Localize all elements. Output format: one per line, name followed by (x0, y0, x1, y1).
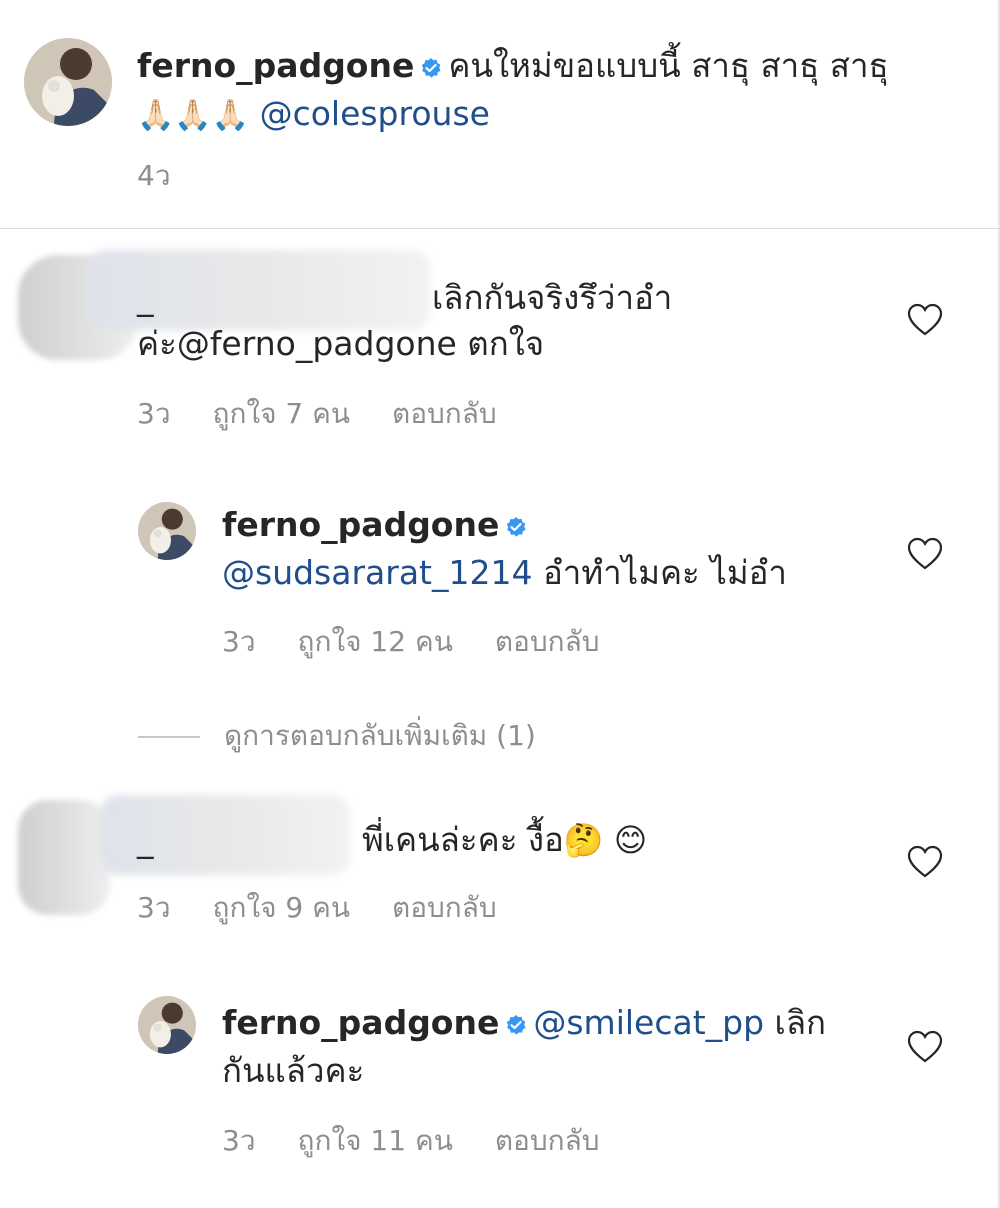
reply-2-meta: 3ว ถูกใจ 11 คน ตอบกลับ (222, 1119, 642, 1163)
comment-1-prefix: ค่ะ (137, 324, 177, 363)
caption-text: ferno_padgone คนใหม่ขอแบบนี้ สาธุ สาธุ สา… (137, 43, 977, 139)
profile-photo-icon (138, 996, 196, 1054)
reply-1-message: อำทำไมคะ ไม่อำ (532, 552, 787, 592)
caption-username[interactable]: ferno_padgone (137, 46, 414, 85)
verified-badge-icon (420, 45, 442, 91)
profile-photo-icon (138, 502, 196, 560)
reply-2-likes[interactable]: ถูกใจ 11 คน (298, 1124, 453, 1157)
reply-2-line1: เลิก (764, 1003, 827, 1042)
reply-1-text: ferno_padgone @sudsararat_1214 อำทำไมคะ … (222, 502, 902, 596)
comment-1-line1: เลิกกันจริงรึว่าอำ (432, 278, 673, 317)
caption-timestamp: 4ว (137, 159, 171, 192)
comment-1-likes[interactable]: ถูกใจ 7 คน (213, 397, 350, 430)
reply-1-meta: 3ว ถูกใจ 12 คน ตอบกลับ (222, 620, 642, 664)
reply-2-reply-button[interactable]: ตอบกลับ (495, 1124, 600, 1157)
comment-2-text: _ พี่เคนล่ะคะ งื้อ🤔 😊 (137, 817, 897, 863)
comment-2-meta: 3ว ถูกใจ 9 คน ตอบกลับ (137, 886, 539, 930)
heart-outline-icon[interactable] (907, 303, 943, 337)
comment-2-username[interactable]: _ (137, 817, 362, 863)
comment-2-emoji: 🤔 😊 (563, 821, 648, 859)
view-more-line (138, 736, 200, 738)
comment-2-time: 3ว (137, 891, 171, 924)
reply-1-mention[interactable]: @sudsararat_1214 (222, 553, 532, 592)
caption-time: 4ว (137, 154, 213, 198)
reply-1-likes[interactable]: ถูกใจ 12 คน (298, 625, 453, 658)
heart-outline-icon[interactable] (907, 845, 943, 879)
comment-1-meta: 3ว ถูกใจ 7 คน ตอบกลับ (137, 392, 539, 436)
comment-1-username[interactable]: _ (137, 275, 432, 321)
reply-avatar[interactable] (138, 502, 196, 560)
heart-outline-icon[interactable] (907, 537, 943, 571)
reply-1-reply-button[interactable]: ตอบกลับ (495, 625, 600, 658)
reply-1-time: 3ว (222, 625, 256, 658)
comment-1-mention[interactable]: @ferno_padgone (177, 324, 457, 363)
verified-badge-icon (505, 504, 527, 550)
comment-1-suffix: ตกใจ (456, 324, 545, 363)
reply-avatar[interactable] (138, 996, 196, 1054)
reply-2-text: ferno_padgone @smilecat_pp เลิก กันแล้วคะ (222, 1000, 902, 1094)
comment-2-message: พี่เคนล่ะคะ งื้อ (362, 820, 564, 859)
reply-2-mention[interactable]: @smilecat_pp (533, 1003, 764, 1042)
reply-2-time: 3ว (222, 1124, 256, 1157)
blurred-avatar (18, 800, 110, 915)
reply-1-username[interactable]: ferno_padgone (222, 505, 499, 544)
profile-photo-icon (24, 38, 112, 126)
view-more-label: ดูการตอบกลับเพิ่มเติม (1) (224, 719, 536, 752)
caption-message: คนใหม่ขอแบบนี้ สาธุ สาธุ สาธุ (448, 46, 889, 85)
comment-1-text: _ เลิกกันจริงรึว่าอำ ค่ะ@ferno_padgone ตก… (137, 275, 897, 367)
comment-2-likes[interactable]: ถูกใจ 9 คน (213, 891, 350, 924)
heart-outline-icon[interactable] (907, 1030, 943, 1064)
post-caption: ferno_padgone คนใหม่ขอแบบนี้ สาธุ สาธุ สา… (0, 0, 1000, 229)
comment-2-reply-button[interactable]: ตอบกลับ (392, 891, 497, 924)
avatar[interactable] (24, 38, 112, 126)
reply-2-username[interactable]: ferno_padgone (222, 1003, 499, 1042)
verified-badge-icon (505, 1002, 527, 1048)
view-more-replies[interactable]: ดูการตอบกลับเพิ่มเติม (1) (138, 714, 536, 758)
caption-emoji: 🙏🏻🙏🏻🙏🏻 (137, 97, 250, 133)
comment-1-time: 3ว (137, 397, 171, 430)
reply-2-line2: กันแล้วคะ (222, 1050, 365, 1090)
caption-mention[interactable]: @colesprouse (260, 94, 490, 133)
comment-1-reply-button[interactable]: ตอบกลับ (392, 397, 497, 430)
